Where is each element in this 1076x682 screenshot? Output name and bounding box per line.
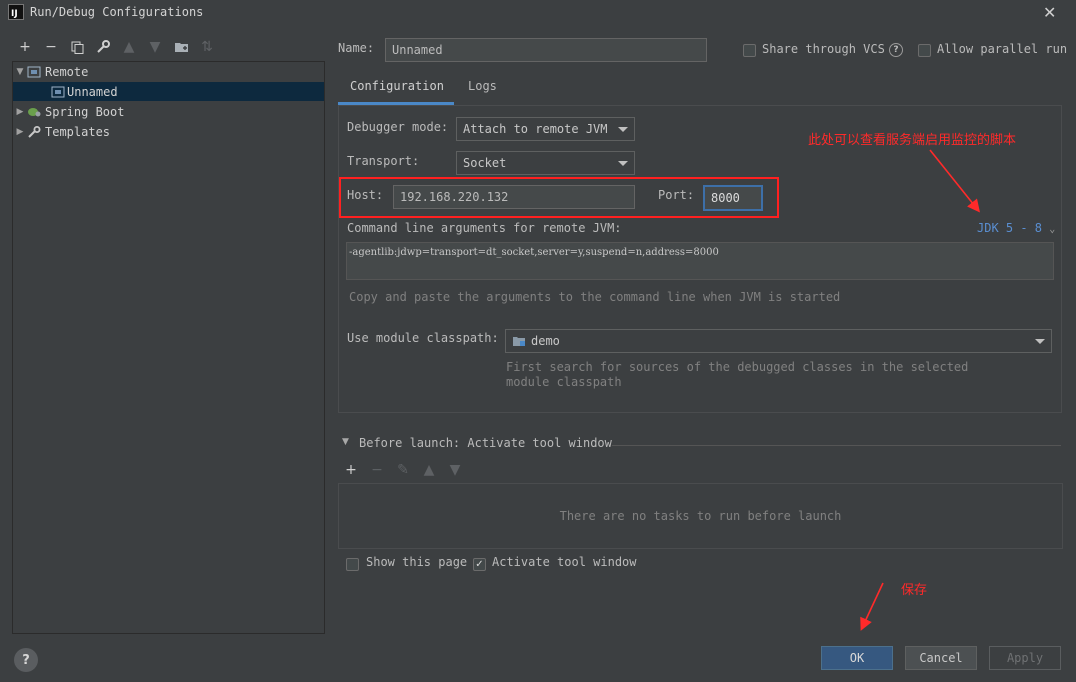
ok-button[interactable]: OK <box>821 646 893 670</box>
help-button[interactable]: ? <box>14 648 38 672</box>
annotation-arrow-save <box>860 582 884 631</box>
annotation-arrows <box>860 149 980 631</box>
annotation-arrow-script <box>929 149 980 213</box>
apply-button[interactable]: Apply <box>989 646 1061 670</box>
cancel-button[interactable]: Cancel <box>905 646 977 670</box>
